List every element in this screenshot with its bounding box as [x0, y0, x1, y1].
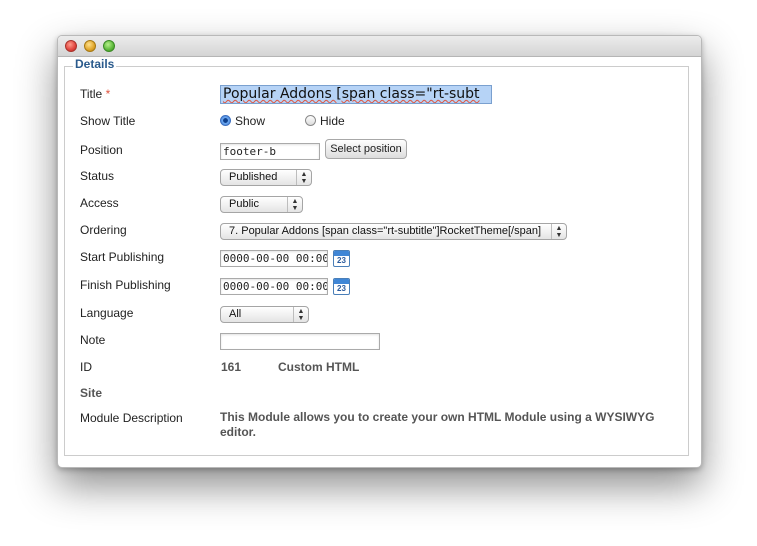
finish-publishing-input[interactable]: 0000-00-00 00:00:0	[220, 278, 328, 295]
required-marker: *	[105, 87, 111, 101]
status-select[interactable]: Published ▲ ▼	[220, 169, 312, 186]
title-label: Title *	[80, 87, 110, 101]
show-radio[interactable]	[220, 115, 231, 126]
calendar-day: 23	[337, 256, 346, 265]
start-publishing-label: Start Publishing	[80, 250, 165, 264]
ordering-select-value: 7. Popular Addons [span class="rt-subtit…	[229, 225, 542, 237]
position-input[interactable]: footer-b	[220, 143, 320, 160]
show-radio-label[interactable]: Show	[235, 114, 265, 128]
hide-radio-label[interactable]: Hide	[320, 114, 345, 128]
note-input[interactable]	[220, 333, 380, 350]
finish-publishing-label: Finish Publishing	[80, 278, 171, 292]
id-label: ID	[80, 360, 92, 374]
access-select[interactable]: Public ▲ ▼	[220, 196, 303, 213]
show-title-label: Show Title	[80, 114, 136, 128]
chevron-up-down-icon: ▲ ▼	[293, 307, 308, 322]
site-label: Site	[80, 386, 103, 400]
details-legend: Details	[73, 57, 117, 71]
position-label: Position	[80, 143, 123, 157]
zoom-icon[interactable]	[103, 40, 115, 52]
id-value: 161	[221, 360, 242, 374]
ordering-select[interactable]: 7. Popular Addons [span class="rt-subtit…	[220, 223, 567, 240]
chevron-up-down-icon: ▲ ▼	[551, 224, 566, 239]
language-select-value: All	[229, 308, 242, 320]
start-publishing-input[interactable]: 0000-00-00 00:00:0	[220, 250, 328, 267]
chevron-up-down-icon: ▲ ▼	[296, 170, 311, 185]
title-label-text: Title	[80, 87, 103, 101]
status-label: Status	[80, 169, 115, 183]
calendar-day: 23	[337, 284, 346, 293]
language-label: Language	[80, 306, 134, 320]
module-type: Custom HTML	[278, 360, 360, 374]
status-select-value: Published	[229, 171, 278, 183]
ordering-label: Ordering	[80, 223, 127, 237]
close-icon[interactable]	[65, 40, 77, 52]
title-input[interactable]: Popular Addons [span class="rt-subt	[220, 85, 492, 104]
window-titlebar	[58, 36, 701, 57]
language-select[interactable]: All ▲ ▼	[220, 306, 309, 323]
note-label: Note	[80, 333, 106, 347]
hide-radio[interactable]	[305, 115, 316, 126]
chevron-up-down-icon: ▲ ▼	[287, 197, 302, 212]
access-label: Access	[80, 196, 119, 210]
title-input-value: Popular Addons [span class="rt-subt	[223, 86, 480, 102]
select-position-button[interactable]: Select position	[325, 139, 407, 159]
calendar-icon[interactable]: 23	[333, 278, 350, 295]
module-description-label: Module Description	[80, 411, 183, 425]
module-edit-window: Details Title * Popular Addons [span cla…	[57, 35, 702, 468]
calendar-icon[interactable]: 23	[333, 250, 350, 267]
module-description-text: This Module allows you to create your ow…	[220, 410, 655, 439]
access-select-value: Public	[229, 198, 259, 210]
minimize-icon[interactable]	[84, 40, 96, 52]
